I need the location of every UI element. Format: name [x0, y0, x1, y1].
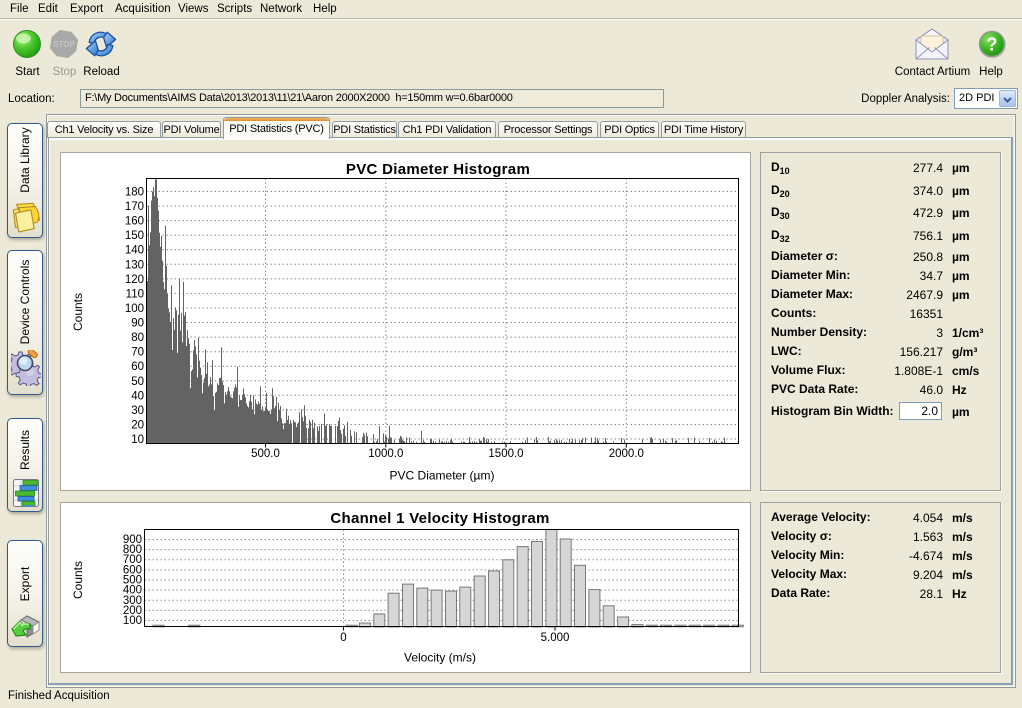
svg-text:1500.0: 1500.0 [488, 448, 523, 460]
svg-text:30: 30 [131, 405, 144, 417]
svg-text:170: 170 [125, 201, 144, 213]
svg-text:0: 0 [340, 632, 346, 644]
svg-text:500.0: 500.0 [251, 448, 280, 460]
svg-text:PVC Diameter Histogram: PVC Diameter Histogram [346, 161, 530, 178]
svg-text:140: 140 [125, 245, 144, 257]
svg-text:10: 10 [131, 434, 144, 446]
svg-text:900: 900 [123, 534, 142, 546]
svg-text:Channel 1 Velocity Histogram: Channel 1 Velocity Histogram [330, 510, 549, 527]
svg-text:20: 20 [131, 420, 144, 432]
svg-text:110: 110 [126, 288, 144, 300]
svg-text:150: 150 [125, 230, 144, 242]
svg-text:80: 80 [131, 332, 144, 344]
svg-text:100: 100 [125, 303, 144, 315]
svg-text:Velocity (m/s): Velocity (m/s) [404, 651, 476, 665]
svg-text:1000.0: 1000.0 [368, 448, 403, 460]
svg-text:130: 130 [125, 259, 144, 271]
svg-text:40: 40 [131, 390, 144, 402]
svg-text:PVC Diameter (µm): PVC Diameter (µm) [390, 469, 495, 483]
svg-text:Counts: Counts [71, 561, 85, 599]
svg-text:50: 50 [131, 376, 144, 388]
svg-text:2000.0: 2000.0 [609, 448, 644, 460]
svg-text:5.000: 5.000 [541, 632, 570, 644]
svg-text:120: 120 [125, 274, 144, 286]
svg-text:90: 90 [131, 318, 144, 330]
svg-text:Counts: Counts [71, 293, 85, 331]
svg-text:STOP: STOP [53, 40, 75, 49]
svg-text:?: ? [987, 35, 998, 55]
svg-text:180: 180 [125, 187, 144, 199]
svg-text:160: 160 [125, 216, 144, 228]
svg-text:70: 70 [131, 347, 144, 359]
svg-text:60: 60 [131, 361, 144, 373]
